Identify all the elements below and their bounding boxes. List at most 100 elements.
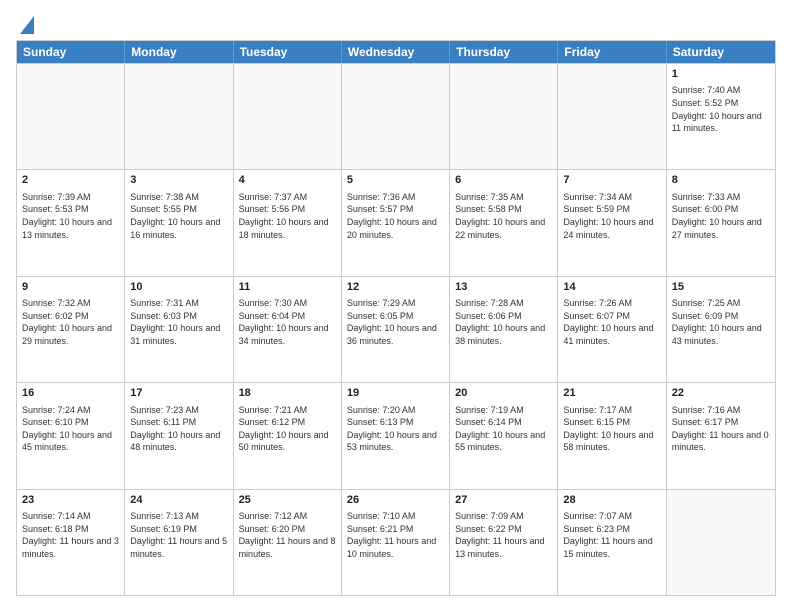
calendar-cell-r1-c6: 8 Sunrise: 7:33 AM Sunset: 6:00 PM Daylig… [667,170,775,275]
day-number: 18 [239,386,336,401]
day-number: 11 [239,280,336,295]
day-number: 17 [130,386,227,401]
cell-info: Sunrise: 7:21 AM Sunset: 6:12 PM Dayligh… [239,404,336,454]
calendar-cell-r2-c6: 15Sunrise: 7:25 AM Sunset: 6:09 PM Dayli… [667,277,775,382]
cell-info: Sunrise: 7:09 AM Sunset: 6:22 PM Dayligh… [455,510,552,560]
weekday-header-saturday: Saturday [667,41,775,63]
calendar: SundayMondayTuesdayWednesdayThursdayFrid… [16,40,776,596]
logo [16,16,34,30]
header [16,16,776,30]
day-number: 22 [672,386,770,401]
calendar-cell-r1-c2: 4Sunrise: 7:37 AM Sunset: 5:56 PM Daylig… [234,170,342,275]
day-number: 21 [563,386,660,401]
cell-info: Sunrise: 7:29 AM Sunset: 6:05 PM Dayligh… [347,297,444,347]
calendar-cell-r1-c0: 2 Sunrise: 7:39 AM Sunset: 5:53 PM Daylig… [17,170,125,275]
day-number: 27 [455,493,552,508]
cell-info: Sunrise: 7:32 AM Sunset: 6:02 PM Dayligh… [22,297,119,347]
cell-info: Sunrise: 7:16 AM Sunset: 6:17 PM Dayligh… [672,404,770,454]
cell-info: Sunrise: 7:33 AM Sunset: 6:00 PM Dayligh… [672,191,770,241]
calendar-cell-r0-c2 [234,64,342,169]
calendar-cell-r3-c3: 19 Sunrise: 7:20 AM Sunset: 6:13 PM Dayli… [342,383,450,488]
day-number: 13 [455,280,552,295]
calendar-header: SundayMondayTuesdayWednesdayThursdayFrid… [17,41,775,63]
cell-info: Sunrise: 7:23 AM Sunset: 6:11 PM Dayligh… [130,404,227,454]
cell-info: Sunrise: 7:30 AM Sunset: 6:04 PM Dayligh… [239,297,336,347]
weekday-header-sunday: Sunday [17,41,125,63]
weekday-header-thursday: Thursday [450,41,558,63]
calendar-cell-r3-c2: 18 Sunrise: 7:21 AM Sunset: 6:12 PM Dayli… [234,383,342,488]
calendar-cell-r4-c0: 23 Sunrise: 7:14 AM Sunset: 6:18 PM Dayli… [17,490,125,595]
calendar-cell-r4-c4: 27 Sunrise: 7:09 AM Sunset: 6:22 PM Dayli… [450,490,558,595]
calendar-cell-r3-c0: 16 Sunrise: 7:24 AM Sunset: 6:10 PM Dayli… [17,383,125,488]
calendar-cell-r0-c3 [342,64,450,169]
calendar-row-3: 16 Sunrise: 7:24 AM Sunset: 6:10 PM Dayli… [17,382,775,488]
cell-info: Sunrise: 7:28 AM Sunset: 6:06 PM Dayligh… [455,297,552,347]
cell-info: Sunrise: 7:13 AM Sunset: 6:19 PM Dayligh… [130,510,227,560]
calendar-cell-r1-c5: 7 Sunrise: 7:34 AM Sunset: 5:59 PM Daylig… [558,170,666,275]
day-number: 19 [347,386,444,401]
calendar-row-1: 2 Sunrise: 7:39 AM Sunset: 5:53 PM Daylig… [17,169,775,275]
cell-info: Sunrise: 7:07 AM Sunset: 6:23 PM Dayligh… [563,510,660,560]
calendar-cell-r1-c4: 6Sunrise: 7:35 AM Sunset: 5:58 PM Daylig… [450,170,558,275]
calendar-cell-r4-c5: 28 Sunrise: 7:07 AM Sunset: 6:23 PM Dayli… [558,490,666,595]
calendar-cell-r2-c0: 9 Sunrise: 7:32 AM Sunset: 6:02 PM Daylig… [17,277,125,382]
day-number: 28 [563,493,660,508]
day-number: 1 [672,67,770,82]
calendar-cell-r2-c5: 14 Sunrise: 7:26 AM Sunset: 6:07 PM Dayli… [558,277,666,382]
day-number: 15 [672,280,770,295]
cell-info: Sunrise: 7:20 AM Sunset: 6:13 PM Dayligh… [347,404,444,454]
cell-info: Sunrise: 7:14 AM Sunset: 6:18 PM Dayligh… [22,510,119,560]
day-number: 5 [347,173,444,188]
calendar-row-4: 23 Sunrise: 7:14 AM Sunset: 6:18 PM Dayli… [17,489,775,595]
cell-info: Sunrise: 7:39 AM Sunset: 5:53 PM Dayligh… [22,191,119,241]
day-number: 7 [563,173,660,188]
calendar-cell-r3-c4: 20 Sunrise: 7:19 AM Sunset: 6:14 PM Dayli… [450,383,558,488]
calendar-cell-r2-c2: 11 Sunrise: 7:30 AM Sunset: 6:04 PM Dayli… [234,277,342,382]
calendar-cell-r3-c5: 21 Sunrise: 7:17 AM Sunset: 6:15 PM Dayli… [558,383,666,488]
cell-info: Sunrise: 7:24 AM Sunset: 6:10 PM Dayligh… [22,404,119,454]
calendar-cell-r2-c1: 10 Sunrise: 7:31 AM Sunset: 6:03 PM Dayli… [125,277,233,382]
cell-info: Sunrise: 7:36 AM Sunset: 5:57 PM Dayligh… [347,191,444,241]
cell-info: Sunrise: 7:26 AM Sunset: 6:07 PM Dayligh… [563,297,660,347]
weekday-header-tuesday: Tuesday [234,41,342,63]
day-number: 20 [455,386,552,401]
calendar-cell-r1-c3: 5 Sunrise: 7:36 AM Sunset: 5:57 PM Daylig… [342,170,450,275]
day-number: 14 [563,280,660,295]
day-number: 9 [22,280,119,295]
logo-triangle-icon [20,16,34,34]
day-number: 10 [130,280,227,295]
calendar-cell-r0-c6: 1 Sunrise: 7:40 AM Sunset: 5:52 PM Daylig… [667,64,775,169]
weekday-header-wednesday: Wednesday [342,41,450,63]
cell-info: Sunrise: 7:31 AM Sunset: 6:03 PM Dayligh… [130,297,227,347]
calendar-cell-r0-c1 [125,64,233,169]
calendar-cell-r0-c4 [450,64,558,169]
calendar-cell-r0-c5 [558,64,666,169]
calendar-cell-r2-c3: 12 Sunrise: 7:29 AM Sunset: 6:05 PM Dayli… [342,277,450,382]
calendar-cell-r0-c0 [17,64,125,169]
day-number: 25 [239,493,336,508]
day-number: 8 [672,173,770,188]
calendar-cell-r3-c6: 22 Sunrise: 7:16 AM Sunset: 6:17 PM Dayli… [667,383,775,488]
cell-info: Sunrise: 7:10 AM Sunset: 6:21 PM Dayligh… [347,510,444,560]
cell-info: Sunrise: 7:37 AM Sunset: 5:56 PM Dayligh… [239,191,336,241]
calendar-cell-r4-c1: 24 Sunrise: 7:13 AM Sunset: 6:19 PM Dayli… [125,490,233,595]
weekday-header-friday: Friday [558,41,666,63]
calendar-row-0: 1 Sunrise: 7:40 AM Sunset: 5:52 PM Daylig… [17,63,775,169]
cell-info: Sunrise: 7:34 AM Sunset: 5:59 PM Dayligh… [563,191,660,241]
day-number: 2 [22,173,119,188]
weekday-header-monday: Monday [125,41,233,63]
calendar-cell-r3-c1: 17 Sunrise: 7:23 AM Sunset: 6:11 PM Dayli… [125,383,233,488]
cell-info: Sunrise: 7:19 AM Sunset: 6:14 PM Dayligh… [455,404,552,454]
calendar-cell-r4-c2: 25 Sunrise: 7:12 AM Sunset: 6:20 PM Dayli… [234,490,342,595]
day-number: 24 [130,493,227,508]
calendar-row-2: 9 Sunrise: 7:32 AM Sunset: 6:02 PM Daylig… [17,276,775,382]
cell-info: Sunrise: 7:12 AM Sunset: 6:20 PM Dayligh… [239,510,336,560]
day-number: 23 [22,493,119,508]
cell-info: Sunrise: 7:17 AM Sunset: 6:15 PM Dayligh… [563,404,660,454]
page: SundayMondayTuesdayWednesdayThursdayFrid… [0,0,792,612]
day-number: 12 [347,280,444,295]
day-number: 3 [130,173,227,188]
cell-info: Sunrise: 7:40 AM Sunset: 5:52 PM Dayligh… [672,84,770,134]
day-number: 16 [22,386,119,401]
cell-info: Sunrise: 7:38 AM Sunset: 5:55 PM Dayligh… [130,191,227,241]
